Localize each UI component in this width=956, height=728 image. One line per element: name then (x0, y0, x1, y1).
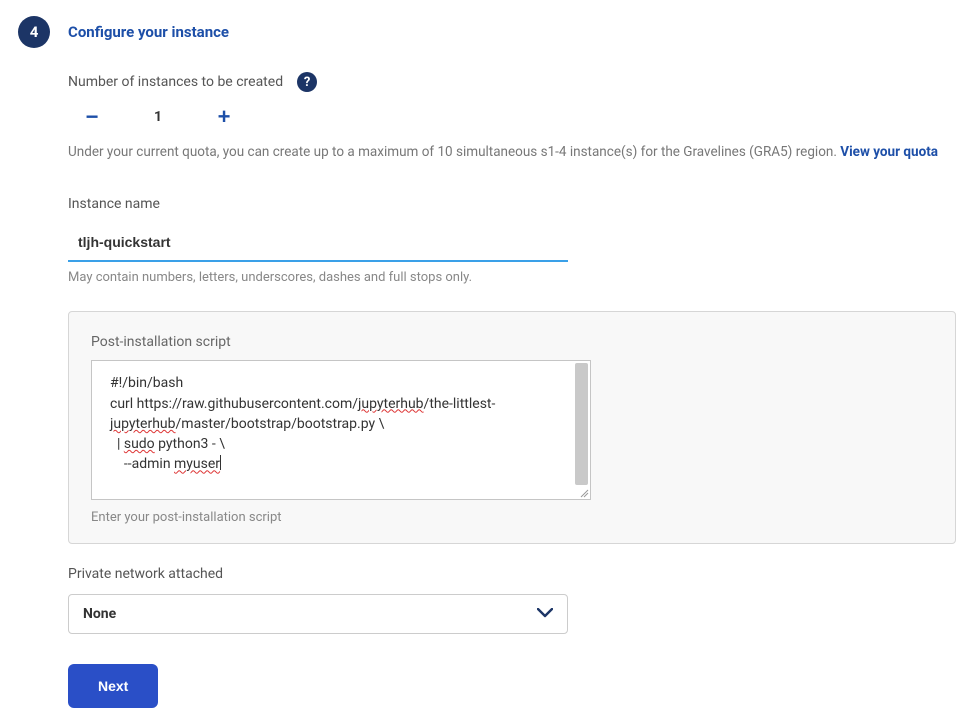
decrement-button[interactable]: − (80, 106, 104, 128)
instances-label-row: Number of instances to be created ? (68, 72, 956, 92)
step-header: 4 Configure your instance (18, 16, 956, 48)
script-helper: Enter your post-installation script (91, 510, 933, 525)
instance-name-label: Instance name (68, 196, 956, 212)
script-textarea[interactable]: #!/bin/bash curl https://raw.githubuserc… (91, 360, 591, 500)
instances-label: Number of instances to be created (68, 74, 283, 90)
post-install-section: Post-installation script #!/bin/bash cur… (68, 311, 956, 544)
increment-button[interactable]: + (212, 106, 236, 128)
step-number-badge: 4 (18, 16, 50, 48)
instance-name-input[interactable] (68, 224, 568, 262)
view-quota-link[interactable]: View your quota (840, 144, 938, 160)
help-icon[interactable]: ? (297, 72, 317, 92)
network-select[interactable]: None (68, 594, 568, 634)
instance-name-helper: May contain numbers, letters, underscore… (68, 270, 956, 285)
network-select-value: None (83, 606, 116, 622)
chevron-down-icon (537, 606, 553, 622)
script-content: #!/bin/bash curl https://raw.githubuserc… (110, 373, 572, 474)
script-label: Post-installation script (91, 334, 933, 350)
quantity-stepper: − 1 + (80, 106, 956, 128)
stepper-value: 1 (144, 109, 172, 125)
quota-text: Under your current quota, you can create… (68, 142, 956, 162)
step-title: Configure your instance (68, 23, 229, 41)
textarea-scrollbar[interactable] (575, 363, 588, 485)
resize-handle-icon[interactable] (579, 488, 589, 498)
network-label: Private network attached (68, 566, 956, 582)
quota-message: Under your current quota, you can create… (68, 144, 840, 160)
next-button[interactable]: Next (68, 664, 158, 708)
